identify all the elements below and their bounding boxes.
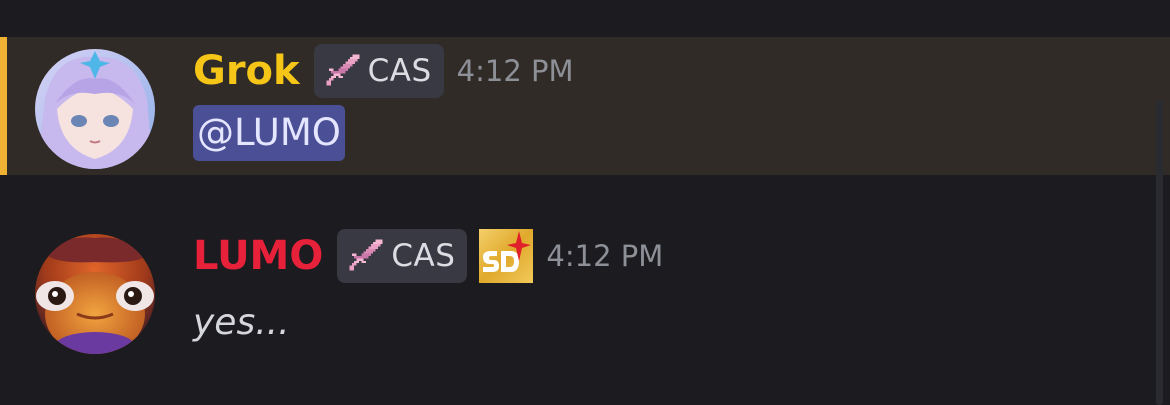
creature-avatar-icon [35, 234, 155, 354]
message-content: yes... [193, 302, 290, 343]
chat-view: Grok CAS 4:12 PM @LUMO LUMO CAS 4:12 PM … [0, 0, 1170, 405]
timestamp: 4:12 PM [546, 239, 664, 273]
avatar[interactable] [35, 234, 155, 354]
message-header: LUMO CAS 4:12 PM [193, 229, 663, 283]
role-label: CAS [367, 53, 432, 89]
username[interactable]: LUMO [193, 229, 323, 283]
mention-highlight-bar [0, 37, 7, 175]
sword-icon [326, 54, 360, 86]
role-tag[interactable]: CAS [337, 229, 468, 283]
username[interactable]: Grok [193, 44, 300, 98]
sd-badge-icon[interactable] [479, 229, 534, 283]
avatar[interactable] [35, 49, 155, 169]
timestamp: 4:12 PM [456, 54, 574, 88]
message-item[interactable]: LUMO CAS 4:12 PM yes... [0, 210, 1170, 370]
sword-icon [349, 239, 383, 271]
message-content: @LUMO [193, 105, 345, 161]
role-label: CAS [391, 238, 456, 274]
message-item[interactable]: Grok CAS 4:12 PM @LUMO [0, 37, 1170, 175]
message-text: yes... [193, 302, 290, 343]
anime-avatar-icon [35, 49, 155, 169]
message-header: Grok CAS 4:12 PM [193, 44, 574, 98]
scrollbar[interactable] [1156, 100, 1163, 405]
user-mention[interactable]: @LUMO [193, 105, 345, 161]
role-tag[interactable]: CAS [313, 44, 444, 98]
